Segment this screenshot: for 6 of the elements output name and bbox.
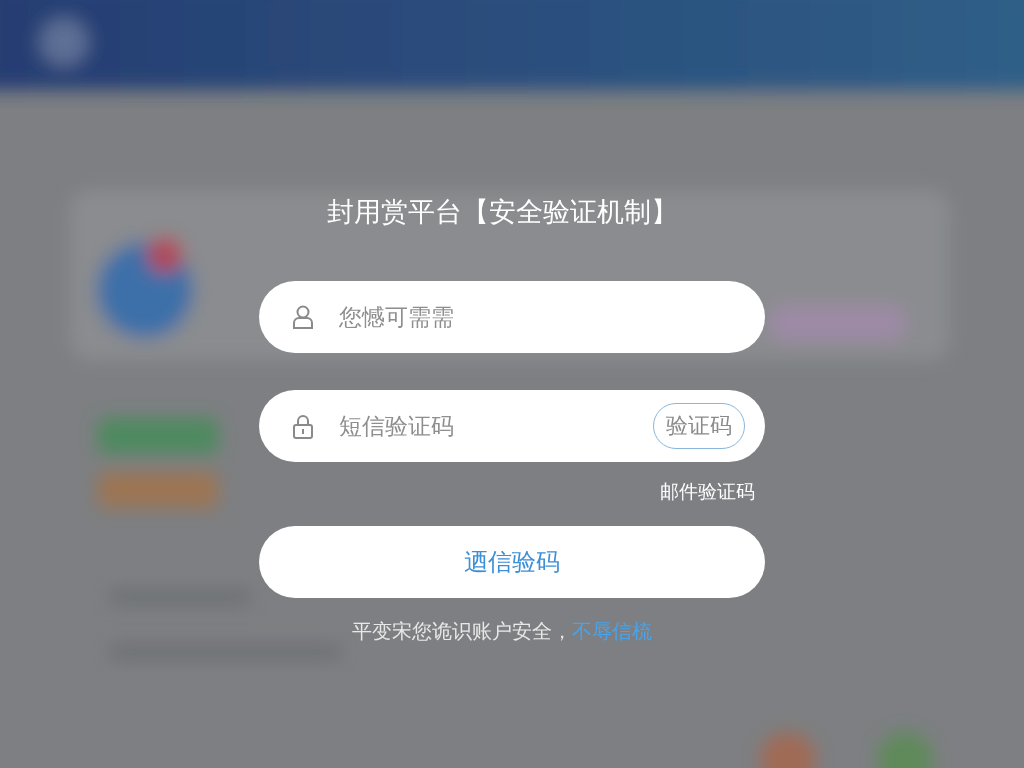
email-code-link[interactable]: 邮件验证码 bbox=[660, 476, 755, 506]
submit-button[interactable]: 迺信验码 bbox=[259, 526, 765, 598]
send-code-button[interactable]: 验证码 bbox=[653, 403, 745, 449]
input-field[interactable]: 您憾可需需 bbox=[259, 281, 765, 353]
footer-note: 平变宋您诡识账户安全，不辱信梳 bbox=[351, 618, 653, 645]
dialog-title: 封用赏平台【安全验证机制】 bbox=[325, 195, 679, 229]
